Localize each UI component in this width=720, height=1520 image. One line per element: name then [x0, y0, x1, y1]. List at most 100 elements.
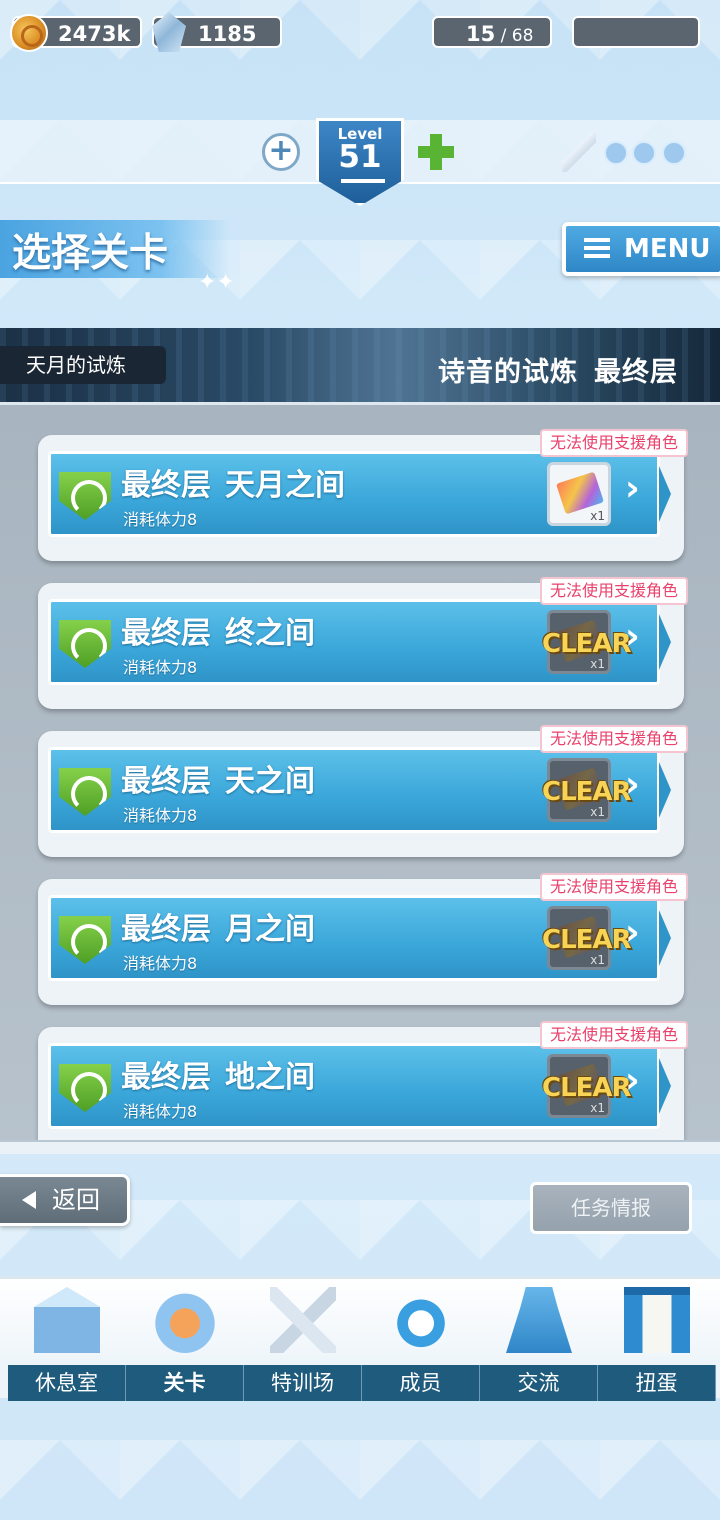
stage-button[interactable]: 最终层 地之间 消耗体力8 x1 CLEAR ›	[48, 1043, 671, 1129]
stage-cost: 消耗体力8	[123, 658, 198, 677]
stage-button[interactable]: 最终层 终之间 消耗体力8 x1 CLEAR ›	[48, 599, 671, 685]
page-title: 选择关卡	[12, 231, 169, 276]
curtain-icon	[624, 1287, 690, 1353]
coin-counter: 2473k	[10, 14, 142, 52]
stamina-counter: 15 / 68	[432, 16, 552, 48]
hamburger-icon	[584, 238, 610, 258]
back-arrow-icon	[22, 1191, 36, 1209]
support-restriction-tag: 无法使用支援角色	[539, 429, 688, 457]
reward-item[interactable]: x1 CLEAR	[542, 758, 632, 822]
banner-floor: 最终层	[594, 357, 678, 388]
nav-label: 成员	[362, 1365, 480, 1401]
stage-cost: 消耗体力8	[123, 1102, 198, 1121]
back-label: 返回	[52, 1186, 100, 1214]
coin-amount: 2473k	[58, 22, 131, 46]
stamina-max: 68	[511, 26, 534, 46]
reward-item[interactable]: x1 CLEAR	[542, 906, 632, 970]
chevron-right-icon[interactable]: ›	[625, 766, 647, 804]
clear-stamp: CLEAR	[542, 925, 632, 955]
level-badge: Level 51	[316, 118, 404, 206]
level-progress-bar	[341, 179, 385, 183]
stage-title: 最终层 终之间	[121, 608, 315, 652]
nav-item-training[interactable]: 特训场	[244, 1279, 362, 1401]
dress-icon	[506, 1287, 572, 1353]
chevron-right-icon[interactable]: ›	[625, 618, 647, 656]
stage-button[interactable]: 最终层 天之间 消耗体力8 x1 CLEAR ›	[48, 747, 671, 833]
boost-dot-icon	[632, 141, 656, 165]
reward-item[interactable]: x1 CLEAR	[542, 1054, 632, 1118]
nav-item-gacha[interactable]: 扭蛋	[598, 1279, 716, 1401]
stage-floor: 最终层	[121, 1060, 211, 1095]
nav-label: 扭蛋	[598, 1365, 716, 1401]
stage-card[interactable]: 最终层 地之间 消耗体力8 x1 CLEAR › 无法使用支援角色	[38, 1021, 688, 1142]
nav-label: 关卡	[126, 1365, 244, 1401]
support-restriction-tag: 无法使用支援角色	[539, 1021, 688, 1049]
menu-button[interactable]: MENU	[562, 222, 720, 276]
reward-item[interactable]: x1	[547, 462, 611, 526]
crossed-swords-icon	[270, 1287, 336, 1353]
support-restriction-tag: 无法使用支援角色	[539, 725, 688, 753]
stage-floor: 最终层	[121, 764, 211, 799]
stamina-plus-icon[interactable]	[418, 134, 454, 170]
reward-quantity: x1	[590, 805, 605, 819]
clear-stamp: CLEAR	[542, 629, 632, 659]
gem-icon	[152, 12, 186, 52]
gem-counter: 1185	[152, 12, 282, 52]
stage-title: 最终层 天之间	[121, 756, 315, 800]
stage-card[interactable]: 最终层 天之间 消耗体力8 x1 CLEAR › 无法使用支援角色	[38, 725, 688, 857]
stage-floor: 最终层	[121, 468, 211, 503]
stage-shield-icon	[59, 620, 111, 668]
nav-item-social[interactable]: 交流	[480, 1279, 598, 1401]
level-value: 51	[338, 139, 382, 175]
boost-dot-icon	[662, 141, 686, 165]
stage-card[interactable]: 最终层 天月之间 消耗体力8 x1 › 无法使用支援角色	[38, 429, 688, 561]
boost-dot-icon	[604, 141, 628, 165]
stage-cost: 消耗体力8	[123, 806, 198, 825]
chevron-right-icon[interactable]: ›	[625, 470, 647, 508]
nav-item-members[interactable]: 成员	[362, 1279, 480, 1401]
stage-button[interactable]: 最终层 月之间 消耗体力8 x1 CLEAR ›	[48, 895, 671, 981]
ticket-icon	[556, 471, 604, 515]
stage-name: 地之间	[225, 1060, 315, 1095]
mission-info-button[interactable]: 任务情报	[530, 1182, 692, 1234]
stage-list[interactable]: 最终层 天月之间 消耗体力8 x1 › 无法使用支援角色 最终层 终之间 消耗体力8…	[0, 402, 720, 1142]
nav-label: 休息室	[8, 1365, 126, 1401]
back-button[interactable]: 返回	[0, 1174, 130, 1226]
stage-floor: 最终层	[121, 616, 211, 651]
dragon-icon	[152, 1287, 218, 1353]
sword-icon	[562, 132, 596, 172]
boost-counter	[572, 16, 700, 48]
banner-subtitle: 诗音的试炼 最终层	[438, 350, 678, 389]
bottom-nav: 休息室 关卡 特训场 成员 交流 扭蛋	[0, 1276, 720, 1401]
coin-icon	[10, 14, 48, 52]
nav-item-stages[interactable]: 关卡	[126, 1279, 244, 1401]
stage-shield-icon	[59, 472, 111, 520]
sparkle-icon: ✦✦	[198, 270, 235, 295]
stage-button[interactable]: 最终层 天月之间 消耗体力8 x1 ›	[48, 451, 671, 537]
stage-cost: 消耗体力8	[123, 510, 198, 529]
stage-shield-icon	[59, 1064, 111, 1112]
stamina-current: 15	[466, 22, 496, 46]
reward-quantity: x1	[590, 509, 605, 523]
stage-shield-icon	[59, 768, 111, 816]
stage-name: 天月之间	[225, 468, 345, 503]
mascot-face-icon	[388, 1287, 454, 1353]
stage-shield-icon	[59, 916, 111, 964]
nav-item-lounge[interactable]: 休息室	[8, 1279, 126, 1401]
add-gems-button[interactable]: +	[262, 133, 300, 171]
reward-quantity: x1	[590, 953, 605, 967]
clear-stamp: CLEAR	[542, 1073, 632, 1103]
stage-card[interactable]: 最终层 终之间 消耗体力8 x1 CLEAR › 无法使用支援角色	[38, 577, 688, 709]
reward-quantity: x1	[590, 1101, 605, 1115]
stage-name: 月之间	[225, 912, 315, 947]
support-restriction-tag: 无法使用支援角色	[539, 577, 688, 605]
reward-item[interactable]: x1 CLEAR	[542, 610, 632, 674]
stage-title: 最终层 地之间	[121, 1052, 315, 1096]
chevron-right-icon[interactable]: ›	[625, 1062, 647, 1100]
gem-amount: 1185	[198, 22, 257, 46]
stage-card[interactable]: 最终层 月之间 消耗体力8 x1 CLEAR › 无法使用支援角色	[38, 873, 688, 1005]
school-icon	[34, 1287, 100, 1353]
stamina-separator: /	[495, 26, 512, 46]
chevron-right-icon[interactable]: ›	[625, 914, 647, 952]
stage-name: 天之间	[225, 764, 315, 799]
